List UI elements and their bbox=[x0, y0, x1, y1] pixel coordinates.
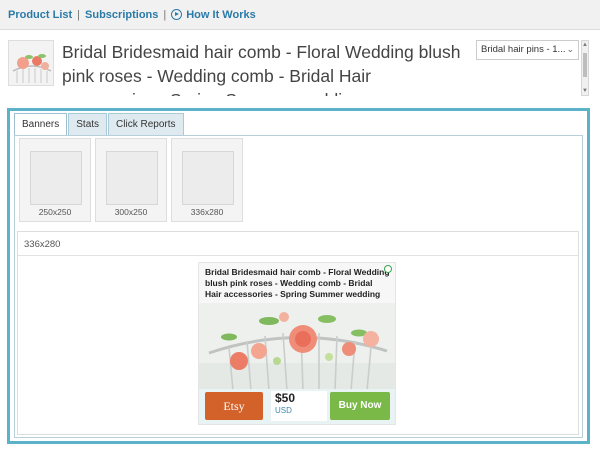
banner-size-preview bbox=[182, 151, 234, 205]
scrollbar-thumb[interactable] bbox=[583, 53, 587, 77]
play-circle-icon bbox=[171, 9, 183, 20]
green-circle-badge-icon bbox=[384, 265, 392, 273]
tab-content: 250x250 300x250 336x280 336x280 Bridal B… bbox=[14, 135, 583, 438]
ad-title: Bridal Bridesmaid hair comb - Floral Wed… bbox=[205, 267, 390, 299]
price-box: $50 USD bbox=[271, 391, 327, 421]
product-list-link[interactable]: Product List bbox=[8, 9, 72, 21]
banner-size-label: 250x250 bbox=[38, 207, 72, 217]
banner-size-list: 250x250 300x250 336x280 bbox=[19, 138, 247, 222]
chevron-down-icon: ⌄ bbox=[566, 44, 574, 54]
ad-footer: Etsy $50 USD Buy Now bbox=[199, 389, 395, 424]
price-amount: $50 bbox=[275, 391, 296, 405]
price-currency: USD bbox=[275, 406, 292, 415]
product-select-value: Bridal hair pins - 1... bbox=[481, 44, 566, 55]
ad-product-image bbox=[199, 303, 395, 393]
nav-separator: | bbox=[77, 8, 81, 21]
tab-click-reports[interactable]: Click Reports bbox=[108, 113, 184, 135]
banner-preview: 336x280 Bridal Bridesmaid hair comb - Fl… bbox=[17, 231, 579, 435]
nav-separator: | bbox=[163, 8, 167, 21]
product-select[interactable]: Bridal hair pins - 1... ⌄ bbox=[476, 40, 579, 60]
product-thumbnail bbox=[8, 40, 54, 86]
how-it-works-label: How It Works bbox=[186, 8, 256, 21]
subscriptions-link[interactable]: Subscriptions bbox=[85, 9, 158, 21]
how-it-works-link[interactable]: How It Works bbox=[171, 8, 256, 21]
top-nav: Product List | Subscriptions | How It Wo… bbox=[0, 0, 600, 30]
buy-now-button[interactable]: Buy Now bbox=[330, 392, 390, 420]
banner-panel: Banners Stats Click Reports 250x250 300x… bbox=[7, 108, 590, 444]
etsy-button[interactable]: Etsy bbox=[205, 392, 263, 420]
preview-size-label: 336x280 bbox=[18, 232, 578, 256]
scroll-up-icon[interactable]: ▲ bbox=[582, 42, 588, 48]
product-title-container: Bridal Bridesmaid hair comb - Floral Wed… bbox=[62, 40, 462, 96]
banner-size-label: 336x280 bbox=[190, 207, 224, 217]
scroll-down-icon[interactable]: ▼ bbox=[582, 88, 588, 94]
ad-banner[interactable]: Bridal Bridesmaid hair comb - Floral Wed… bbox=[198, 262, 396, 425]
banner-size-card[interactable]: 250x250 bbox=[19, 138, 91, 222]
tab-banners[interactable]: Banners bbox=[14, 113, 68, 136]
tab-stats[interactable]: Stats bbox=[68, 113, 108, 135]
tab-bar: Banners Stats Click Reports bbox=[14, 113, 185, 136]
product-title: Bridal Bridesmaid hair comb - Floral Wed… bbox=[62, 42, 461, 96]
banner-size-label: 300x250 bbox=[114, 207, 148, 217]
banner-size-preview bbox=[106, 151, 158, 205]
banner-size-card[interactable]: 300x250 bbox=[95, 138, 167, 222]
banner-size-preview bbox=[30, 151, 82, 205]
title-scrollbar[interactable]: ▲ ▼ bbox=[581, 40, 589, 96]
banner-size-card[interactable]: 336x280 bbox=[171, 138, 243, 222]
